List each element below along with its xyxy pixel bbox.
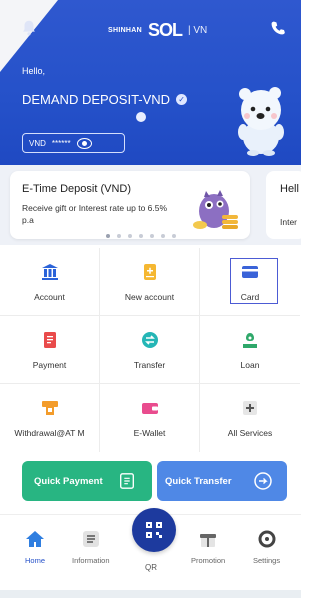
loan-icon [243, 333, 257, 348]
nav-information[interactable]: Information [72, 528, 110, 565]
information-icon [82, 531, 99, 547]
bottom-strip [0, 590, 301, 598]
bell-icon[interactable] [20, 19, 38, 37]
brand-logo: SHINHAN SOL | VN [108, 20, 207, 41]
carousel-dot [150, 234, 154, 238]
balance-currency: VND [29, 138, 46, 148]
card-highlight-box [230, 258, 278, 304]
quick-transfer-label: Quick Transfer [165, 475, 232, 487]
phone-icon[interactable] [270, 20, 286, 36]
new-account-icon [143, 264, 156, 280]
brand-region: | VN [188, 25, 208, 36]
promo-desc: Receive gift or Interest rate up to 6.5%… [22, 203, 168, 225]
promo2-title: Hell [280, 183, 299, 195]
receipt-icon [120, 473, 134, 489]
brand-sol: SOL [148, 20, 183, 40]
promo-card-2[interactable]: Hell Inter [266, 171, 306, 239]
bank-icon [41, 264, 58, 280]
payment-icon [43, 332, 56, 348]
quick-payment-button[interactable]: Quick Payment [22, 461, 152, 501]
qr-icon [146, 522, 162, 538]
account-dot-indicator [136, 112, 146, 122]
nav-settings[interactable]: Settings [253, 528, 280, 565]
transfer-circle-icon [254, 472, 272, 490]
carousel-dot [128, 234, 132, 238]
gift-icon [200, 534, 217, 547]
nav-qr-label: QR [145, 563, 157, 572]
service-e-wallet[interactable]: E-Wallet [100, 384, 200, 452]
nav-label: Information [72, 556, 110, 565]
bear-mascot-icon [238, 87, 284, 156]
nav-home[interactable]: Home [24, 528, 46, 565]
service-account[interactable]: Account [0, 248, 100, 316]
service-withdrawal[interactable]: Withdrawal@AT M [0, 384, 100, 452]
service-label: Withdrawal@AT M [14, 428, 85, 438]
monster-mascot-icon [193, 190, 238, 229]
service-label: Account [34, 292, 65, 302]
balance-masked: ****** [51, 138, 71, 148]
carousel-dot [139, 234, 143, 238]
transfer-icon [141, 332, 158, 348]
carousel-dot [172, 234, 176, 238]
nav-label: Settings [253, 556, 281, 565]
nav-label: Promotion [191, 556, 226, 565]
qr-button[interactable] [132, 508, 176, 552]
account-selector[interactable]: DEMAND DEPOSIT-VND ✓ [22, 92, 188, 107]
plus-icon [243, 401, 257, 415]
home-icon [26, 531, 44, 547]
service-label: Loan [240, 360, 260, 370]
service-transfer[interactable]: Transfer [100, 316, 200, 384]
withdrawal-icon [41, 401, 58, 415]
service-label: Payment [32, 360, 67, 370]
quick-payment-label: Quick Payment [34, 475, 103, 487]
carousel-dot [161, 234, 165, 238]
nav-promotion[interactable]: Promotion [191, 528, 225, 565]
gear-icon [258, 530, 276, 548]
service-label: Transfer [133, 360, 166, 370]
promo2-desc: Inter [280, 217, 298, 227]
carousel-dot [106, 234, 110, 238]
service-payment[interactable]: Payment [0, 316, 100, 384]
eye-icon[interactable] [76, 137, 92, 149]
greeting: Hello, [22, 66, 46, 76]
carousel-dot [117, 234, 121, 238]
balance-box[interactable]: VND ****** [22, 133, 125, 153]
service-label: New account [124, 292, 175, 302]
wallet-icon [141, 403, 158, 414]
service-all[interactable]: All Services [200, 384, 300, 452]
service-label: All Services [227, 428, 273, 438]
service-new-account[interactable]: New account [100, 248, 200, 316]
service-label: E-Wallet [133, 428, 166, 438]
account-name: DEMAND DEPOSIT-VND [22, 92, 171, 107]
promo-card-1[interactable]: E-Time Deposit (VND) Receive gift or Int… [10, 171, 250, 239]
nav-label: Home [24, 556, 45, 565]
quick-transfer-button[interactable]: Quick Transfer [157, 461, 287, 501]
promo-title: E-Time Deposit (VND) [22, 183, 131, 195]
service-loan[interactable]: Loan [200, 316, 300, 384]
check-icon: ✓ [176, 94, 188, 105]
brand-small: SHINHAN [108, 27, 142, 34]
carousel-indicator [106, 234, 176, 238]
